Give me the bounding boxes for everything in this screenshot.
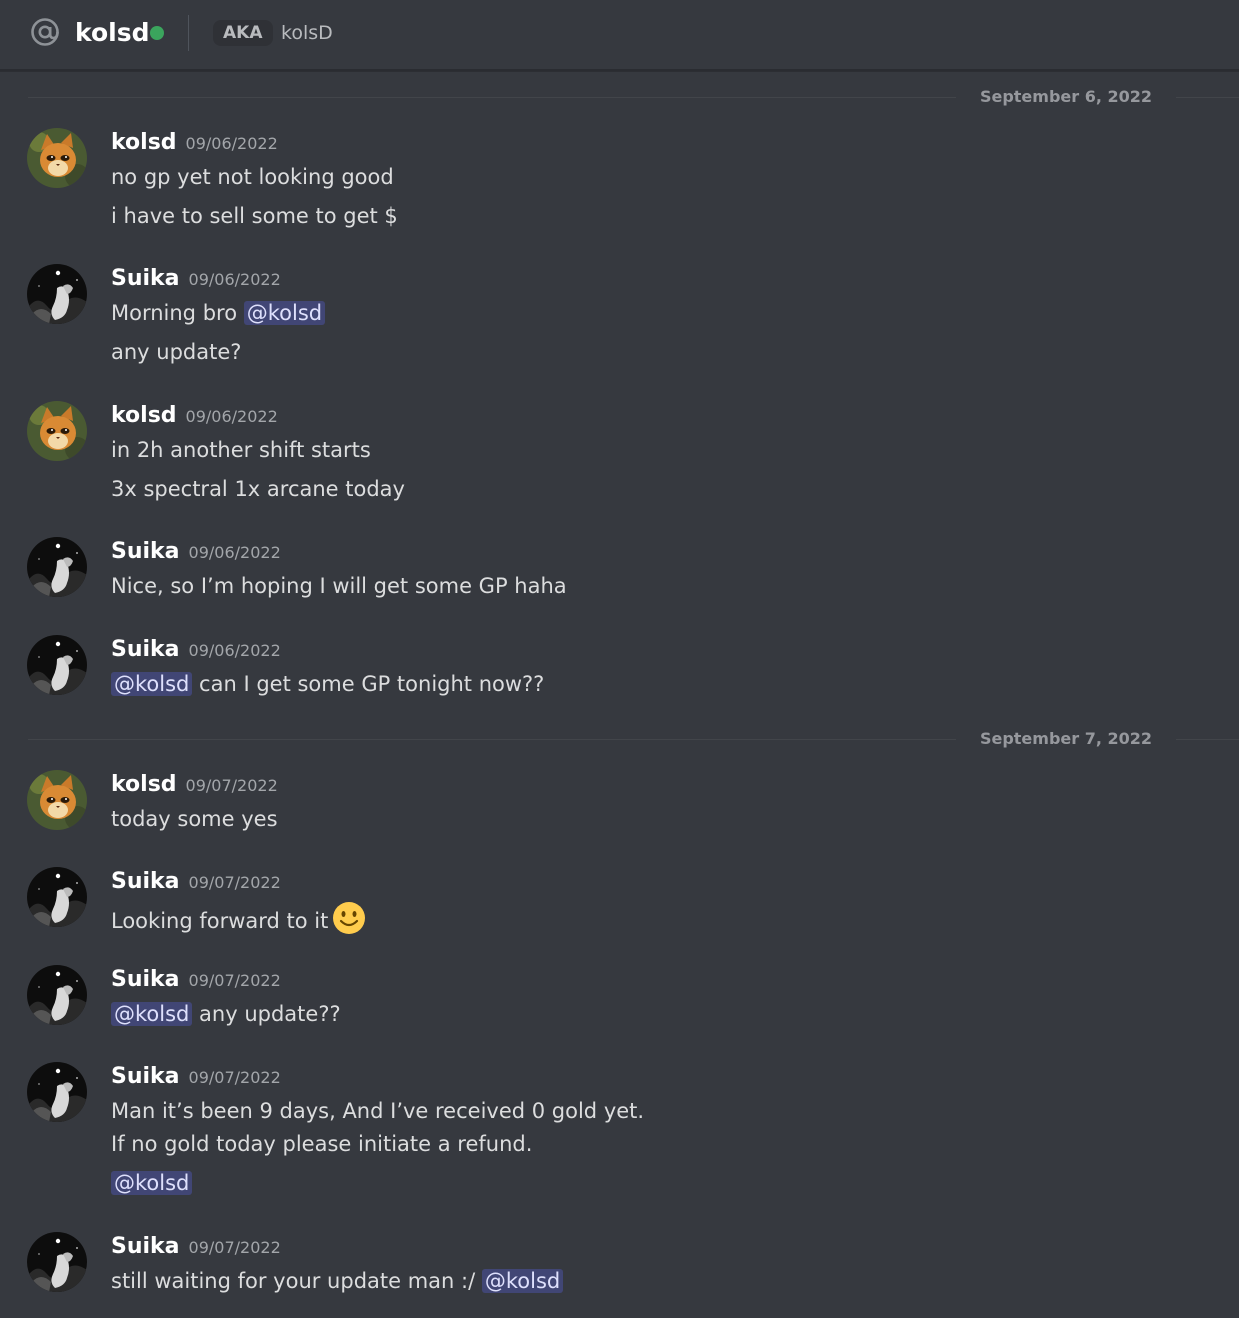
message-text-segment: Looking forward to it (111, 909, 329, 933)
message-text-segment: today some yes (111, 807, 278, 831)
aka-name[interactable]: kolsD (281, 20, 333, 46)
message-header: kolsd 09/06/2022 (111, 401, 278, 431)
aka-badge: AKA (213, 20, 273, 46)
channel-header: kolsd AKA kolsD (0, 0, 1239, 71)
date-divider: September 6, 2022 (28, 87, 1239, 107)
message-text: Looking forward to it (111, 901, 366, 943)
message-author[interactable]: Suika (111, 967, 180, 992)
message-text: Nice, so I’m hoping I will get some GP h… (111, 571, 567, 601)
message-timestamp: 09/07/2022 (188, 1068, 281, 1087)
message-timestamp: 09/06/2022 (185, 134, 278, 153)
message-timestamp: 09/06/2022 (185, 407, 278, 426)
message-timestamp: 09/06/2022 (188, 270, 281, 289)
dark-avatar[interactable] (27, 264, 87, 324)
message-timestamp: 09/07/2022 (188, 971, 281, 990)
message-author[interactable]: Suika (111, 266, 180, 291)
message-header: Suika 09/07/2022 (111, 1062, 281, 1092)
message-text: 3x spectral 1x arcane today (111, 474, 405, 504)
message-text-segment: any update? (111, 340, 242, 364)
message-text: Morning bro @kolsd (111, 298, 326, 328)
dark-avatar[interactable] (27, 867, 87, 927)
message-text-segment: any update?? (192, 1002, 341, 1026)
message-author[interactable]: Suika (111, 1234, 180, 1259)
header-divider (188, 15, 189, 51)
message-text: @kolsd can I get some GP tonight now?? (111, 669, 544, 699)
message-author[interactable]: kolsd (111, 403, 177, 428)
message-text: @kolsd any update?? (111, 999, 341, 1029)
message-timestamp: 09/06/2022 (188, 543, 281, 562)
message-text-segment: If no gold today please initiate a refun… (111, 1132, 533, 1156)
message-author[interactable]: Suika (111, 869, 180, 894)
user-mention[interactable]: @kolsd (111, 1002, 193, 1026)
message-header: kolsd 09/06/2022 (111, 128, 278, 158)
message-text-segment: Nice, so I’m hoping I will get some GP h… (111, 574, 567, 598)
message-header: Suika 09/06/2022 (111, 264, 281, 294)
message-author[interactable]: kolsd (111, 772, 177, 797)
date-divider-text: September 6, 2022 (956, 87, 1176, 107)
message-text: still waiting for your update man :/ @ko… (111, 1266, 564, 1296)
message-text-segment: Man it’s been 9 days, And I’ve received … (111, 1099, 645, 1123)
message-text: today some yes (111, 804, 278, 834)
message-text: If no gold today please initiate a refun… (111, 1129, 532, 1159)
message-text-segment: no gp yet not looking good (111, 165, 394, 189)
message-text-segment: still waiting for your update man :/ (111, 1269, 482, 1293)
message-author[interactable]: Suika (111, 539, 180, 564)
cat-avatar[interactable] (27, 128, 87, 188)
message-text-segment: 3x spectral 1x arcane today (111, 477, 405, 501)
message-text: in 2h another shift starts (111, 435, 371, 465)
message-author[interactable]: Suika (111, 1064, 180, 1089)
message-author[interactable]: Suika (111, 637, 180, 662)
dark-avatar[interactable] (27, 1062, 87, 1122)
cat-avatar[interactable] (27, 401, 87, 461)
dark-avatar[interactable] (27, 537, 87, 597)
online-status-indicator (150, 26, 164, 40)
message-header: Suika 09/06/2022 (111, 537, 281, 567)
cat-avatar[interactable] (27, 770, 87, 830)
message-timestamp: 09/07/2022 (188, 1238, 281, 1257)
message-header: Suika 09/07/2022 (111, 867, 281, 897)
message-timestamp: 09/07/2022 (188, 873, 281, 892)
message-text: i have to sell some to get $ (111, 201, 398, 231)
message-header: kolsd 09/07/2022 (111, 770, 278, 800)
message-text-segment: i have to sell some to get $ (111, 204, 398, 228)
message-text: Man it’s been 9 days, And I’ve received … (111, 1096, 644, 1126)
message-header: Suika 09/07/2022 (111, 1232, 281, 1262)
user-mention[interactable]: @kolsd (481, 1269, 564, 1293)
message-timestamp: 09/06/2022 (188, 641, 281, 660)
user-mention[interactable]: @kolsd (111, 1171, 193, 1195)
message-text: no gp yet not looking good (111, 162, 394, 192)
message-timestamp: 09/07/2022 (185, 776, 278, 795)
user-mention[interactable]: @kolsd (111, 672, 193, 696)
message-text-segment: can I get some GP tonight now?? (192, 672, 545, 696)
slightly-smiling-face-emoji (332, 901, 366, 943)
message-author[interactable]: kolsd (111, 130, 177, 155)
message-header: Suika 09/07/2022 (111, 965, 281, 995)
dark-avatar[interactable] (27, 1232, 87, 1292)
message-text-segment: Morning bro (111, 301, 244, 325)
date-divider: September 7, 2022 (28, 729, 1239, 749)
message-text-segment: in 2h another shift starts (111, 438, 371, 462)
dark-avatar[interactable] (27, 965, 87, 1025)
dark-avatar[interactable] (27, 635, 87, 695)
date-divider-text: September 7, 2022 (956, 729, 1176, 749)
message-text: any update? (111, 337, 241, 367)
user-mention[interactable]: @kolsd (243, 301, 326, 325)
dm-title: kolsd (75, 18, 150, 47)
at-sign-icon (31, 18, 59, 46)
message-text: @kolsd (111, 1168, 193, 1198)
message-header: Suika 09/06/2022 (111, 635, 281, 665)
